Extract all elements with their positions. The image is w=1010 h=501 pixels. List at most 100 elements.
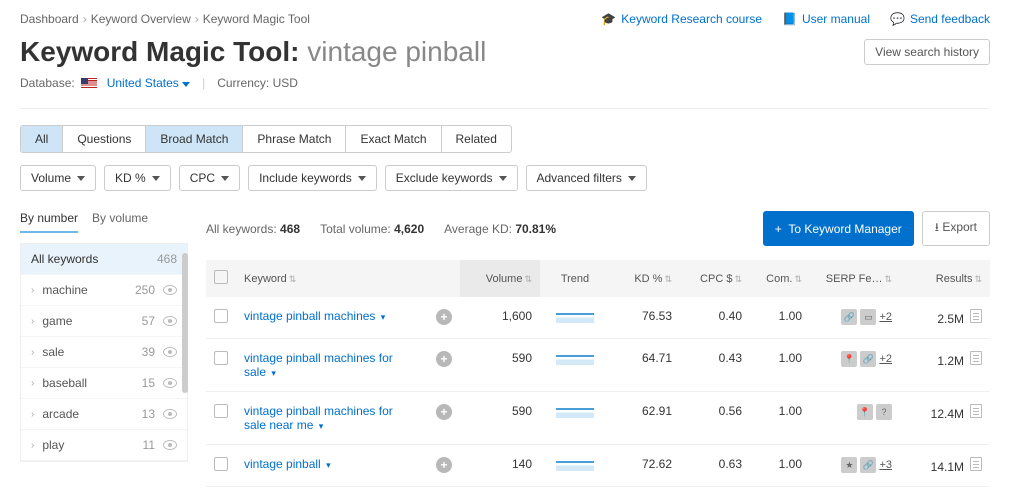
side-tab-number[interactable]: By number bbox=[20, 211, 78, 233]
filter-include[interactable]: Include keywords bbox=[248, 165, 377, 191]
database-select[interactable]: United States bbox=[107, 76, 190, 90]
serp-more[interactable]: +3 bbox=[879, 459, 892, 471]
cell-com: 1.00 bbox=[750, 445, 810, 487]
title-keyword: vintage pinball bbox=[307, 36, 486, 67]
serp-more[interactable]: +2 bbox=[879, 353, 892, 365]
add-keyword-icon[interactable]: + bbox=[436, 309, 452, 325]
stat-total-volume: 4,620 bbox=[394, 222, 424, 236]
cell-com: 1.00 bbox=[750, 339, 810, 392]
row-checkbox[interactable] bbox=[214, 351, 228, 365]
filter-volume[interactable]: Volume bbox=[20, 165, 96, 191]
doc-icon[interactable] bbox=[970, 404, 982, 418]
graduation-icon: 🎓 bbox=[601, 12, 616, 26]
cell-results: 1.2M bbox=[900, 339, 990, 392]
sidebar-item-baseball[interactable]: ›baseball15 bbox=[21, 368, 187, 399]
row-checkbox[interactable] bbox=[214, 404, 228, 418]
tab-phrase[interactable]: Phrase Match bbox=[243, 126, 346, 152]
tab-related[interactable]: Related bbox=[442, 126, 511, 152]
keyword-link[interactable]: vintage pinball machines for sale near m… bbox=[244, 404, 404, 432]
tab-exact[interactable]: Exact Match bbox=[346, 126, 441, 152]
serp-icons: 🔗▭+2 bbox=[818, 309, 892, 325]
table-row: vintage pinball machines for sale near m… bbox=[206, 392, 990, 445]
cell-cpc: 0.56 bbox=[680, 392, 750, 445]
col-com[interactable]: Com.⇅ bbox=[750, 260, 810, 297]
side-tab-volume[interactable]: By volume bbox=[92, 211, 148, 233]
table-row: vintage pinball machines ▾+1,60076.530.4… bbox=[206, 297, 990, 339]
link-user-manual[interactable]: 📘User manual bbox=[782, 12, 870, 26]
serp-feature-icon: 📍 bbox=[857, 404, 873, 420]
main-panel: All keywords: 468 Total volume: 4,620 Av… bbox=[206, 211, 990, 487]
filter-cpc[interactable]: CPC bbox=[179, 165, 240, 191]
add-keyword-icon[interactable]: + bbox=[436, 457, 452, 473]
cell-volume: 590 bbox=[460, 392, 540, 445]
col-results[interactable]: Results⇅ bbox=[900, 260, 990, 297]
col-kd[interactable]: KD %⇅ bbox=[610, 260, 680, 297]
tab-questions[interactable]: Questions bbox=[63, 126, 146, 152]
col-cpc[interactable]: CPC $⇅ bbox=[680, 260, 750, 297]
chevron-down-icon: ▾ bbox=[326, 460, 331, 470]
sidebar-item-machine[interactable]: ›machine250 bbox=[21, 275, 187, 306]
chevron-down-icon bbox=[182, 82, 190, 87]
chevron-right-icon: › bbox=[31, 285, 34, 296]
bc-magic[interactable]: Keyword Magic Tool bbox=[203, 12, 310, 26]
serp-feature-icon: ★ bbox=[841, 457, 857, 473]
tab-broad[interactable]: Broad Match bbox=[146, 126, 243, 152]
sort-icon: ⇅ bbox=[734, 274, 742, 284]
add-keyword-icon[interactable]: + bbox=[436, 351, 452, 367]
sort-icon: ⇅ bbox=[794, 274, 802, 284]
serp-feature-icon: 📍 bbox=[841, 351, 857, 367]
filter-exclude[interactable]: Exclude keywords bbox=[385, 165, 518, 191]
sidebar-item-arcade[interactable]: ›arcade13 bbox=[21, 399, 187, 430]
filter-kd[interactable]: KD % bbox=[104, 165, 171, 191]
doc-icon[interactable] bbox=[970, 457, 982, 471]
col-trend[interactable]: Trend bbox=[540, 260, 610, 297]
doc-icon[interactable] bbox=[970, 309, 982, 323]
cell-kd: 64.71 bbox=[610, 339, 680, 392]
link-feedback[interactable]: 💬Send feedback bbox=[890, 12, 990, 26]
chevron-down-icon bbox=[221, 176, 229, 181]
to-keyword-manager-button[interactable]: + To Keyword Manager bbox=[763, 211, 914, 246]
chevron-right-icon: › bbox=[31, 316, 34, 327]
row-checkbox[interactable] bbox=[214, 309, 228, 323]
add-keyword-icon[interactable]: + bbox=[436, 404, 452, 420]
cell-cpc: 0.63 bbox=[680, 445, 750, 487]
eye-icon[interactable] bbox=[163, 316, 177, 326]
eye-icon[interactable] bbox=[163, 378, 177, 388]
col-serp[interactable]: SERP Fe…⇅ bbox=[810, 260, 900, 297]
eye-icon[interactable] bbox=[163, 409, 177, 419]
sidebar-item-all-keywords[interactable]: All keywords468 bbox=[21, 244, 187, 275]
row-checkbox[interactable] bbox=[214, 457, 228, 471]
bc-overview[interactable]: Keyword Overview bbox=[91, 12, 191, 26]
chevron-down-icon bbox=[358, 176, 366, 181]
keyword-link[interactable]: vintage pinball machines ▾ bbox=[244, 309, 385, 323]
sort-icon: ⇅ bbox=[664, 274, 672, 284]
select-all-checkbox[interactable] bbox=[214, 270, 228, 284]
eye-icon[interactable] bbox=[163, 285, 177, 295]
export-button[interactable]: ⭳ Export bbox=[922, 211, 990, 246]
sidebar-item-play[interactable]: ›play11 bbox=[21, 430, 187, 461]
doc-icon[interactable] bbox=[970, 351, 982, 365]
view-history-button[interactable]: View search history bbox=[864, 39, 990, 65]
chevron-down-icon: ▾ bbox=[271, 368, 276, 378]
col-keyword[interactable]: Keyword⇅ bbox=[236, 260, 428, 297]
filters-row: Volume KD % CPC Include keywords Exclude… bbox=[20, 165, 990, 191]
chevron-right-icon: › bbox=[31, 409, 34, 420]
tab-all[interactable]: All bbox=[21, 126, 63, 152]
filter-advanced[interactable]: Advanced filters bbox=[526, 165, 647, 191]
meta-row: Database: United States | Currency: USD bbox=[20, 76, 990, 90]
link-research-course[interactable]: 🎓Keyword Research course bbox=[601, 12, 762, 26]
eye-icon[interactable] bbox=[163, 347, 177, 357]
cell-results: 2.5M bbox=[900, 297, 990, 339]
keyword-link[interactable]: vintage pinball machines for sale ▾ bbox=[244, 351, 404, 379]
sidebar-item-game[interactable]: ›game57 bbox=[21, 306, 187, 337]
keyword-link[interactable]: vintage pinball ▾ bbox=[244, 457, 331, 471]
sidebar-item-sale[interactable]: ›sale39 bbox=[21, 337, 187, 368]
serp-more[interactable]: +2 bbox=[879, 311, 892, 323]
col-volume[interactable]: Volume⇅ bbox=[460, 260, 540, 297]
scrollbar[interactable] bbox=[182, 253, 188, 393]
serp-feature-icon: 🔗 bbox=[860, 351, 876, 367]
serp-icons: ★🔗+3 bbox=[818, 457, 892, 473]
eye-icon[interactable] bbox=[163, 440, 177, 450]
bc-dashboard[interactable]: Dashboard bbox=[20, 12, 79, 26]
cell-cpc: 0.43 bbox=[680, 339, 750, 392]
